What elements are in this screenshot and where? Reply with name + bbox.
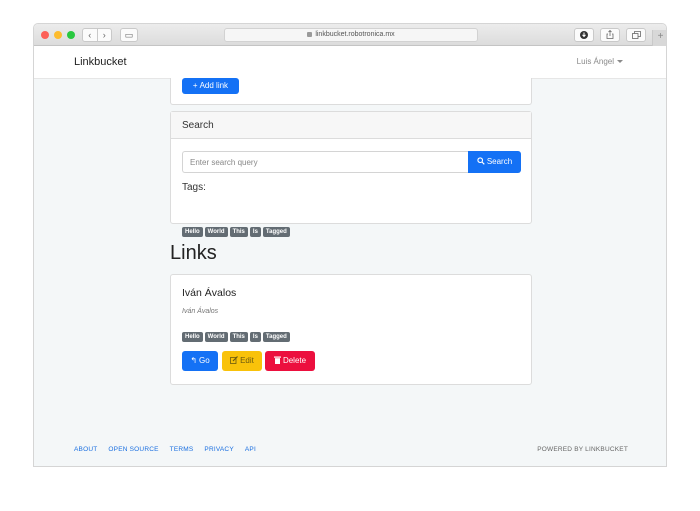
footer-link-api[interactable]: API <box>245 446 256 453</box>
tag-badge[interactable]: This <box>229 227 248 237</box>
footer-link-terms[interactable]: TERMS <box>170 446 194 453</box>
tag-badge[interactable]: This <box>229 332 248 342</box>
plus-icon: + <box>192 81 198 90</box>
link-subtitle: Iván Ávalos <box>182 308 219 315</box>
links-heading: Links <box>170 242 217 264</box>
search-button-label: Search <box>486 157 513 166</box>
link-card: Iván Ávalos Iván Ávalos Hello World This… <box>170 274 532 385</box>
zoom-window-button[interactable] <box>67 31 75 39</box>
link-title: Iván Ávalos <box>182 287 237 299</box>
forward-icon[interactable]: › <box>98 29 112 41</box>
footer-link-about[interactable]: ABOUT <box>74 446 97 453</box>
edit-button[interactable]: Edit <box>222 351 262 371</box>
browser-toolbar: ‹ › ▭ linkbucket.robotronica.mx + <box>34 24 666 46</box>
go-label: Go <box>199 356 210 365</box>
search-card: Search Enter search query Search Tags: H… <box>170 111 532 237</box>
url-text: linkbucket.robotronica.mx <box>315 31 395 38</box>
search-card-header: Search <box>171 112 531 139</box>
reply-icon: ↰ <box>190 356 198 365</box>
add-link-label: Add link <box>199 81 229 90</box>
add-link-button[interactable]: + Add link <box>182 78 239 94</box>
brand-link[interactable]: Linkbucket <box>74 56 127 68</box>
tag-badge[interactable]: World <box>204 227 228 237</box>
tag-badge[interactable]: Is <box>249 227 261 237</box>
close-window-button[interactable] <box>41 31 49 39</box>
powered-by-text: POWERED BY LINKBUCKET <box>537 446 628 453</box>
user-name: Luis Ángel <box>576 57 614 66</box>
tag-badge[interactable]: Tagged <box>262 332 290 342</box>
browser-window: ‹ › ▭ linkbucket.robotronica.mx + Linkbu… <box>33 23 667 467</box>
delete-button[interactable]: Delete <box>265 351 315 371</box>
search-tag-list: Hello World This Is Tagged <box>182 227 290 237</box>
go-button[interactable]: ↰ Go <box>182 351 218 371</box>
minimize-window-button[interactable] <box>54 31 62 39</box>
app-navbar: Linkbucket Luis Ángel <box>34 46 666 79</box>
tabs-icon[interactable] <box>626 28 646 42</box>
tag-badge[interactable]: Hello <box>182 227 203 237</box>
footer: ABOUT OPEN SOURCE TERMS PRIVACY API POWE… <box>34 446 666 458</box>
footer-link-open-source[interactable]: OPEN SOURCE <box>108 446 158 453</box>
tag-badge[interactable]: World <box>204 332 228 342</box>
search-icon <box>477 157 485 165</box>
user-menu[interactable]: Luis Ángel <box>577 57 623 66</box>
chevron-down-icon <box>617 60 623 64</box>
tag-badge[interactable]: Tagged <box>262 227 290 237</box>
address-bar[interactable]: linkbucket.robotronica.mx <box>224 28 478 42</box>
edit-label: Edit <box>240 356 254 365</box>
download-icon[interactable] <box>574 28 594 42</box>
link-tag-list: Hello World This Is Tagged <box>182 332 290 342</box>
history-nav: ‹ › <box>82 28 112 42</box>
trash-icon <box>273 356 281 364</box>
search-button[interactable]: Search <box>468 151 521 173</box>
tags-label: Tags: <box>182 182 206 193</box>
footer-links: ABOUT OPEN SOURCE TERMS PRIVACY API <box>74 446 256 453</box>
sidebar-icon[interactable]: ▭ <box>120 28 138 42</box>
share-icon[interactable] <box>600 28 620 42</box>
delete-label: Delete <box>282 356 307 365</box>
search-input[interactable]: Enter search query <box>182 151 469 173</box>
back-icon[interactable]: ‹ <box>83 29 98 41</box>
tag-badge[interactable]: Hello <box>182 332 203 342</box>
add-link-card: + Add link <box>170 78 532 105</box>
lock-icon <box>307 31 313 37</box>
footer-link-privacy[interactable]: PRIVACY <box>204 446 233 453</box>
edit-icon <box>230 356 239 364</box>
tag-badge[interactable]: Is <box>249 332 261 342</box>
new-tab-icon[interactable]: + <box>652 30 666 46</box>
